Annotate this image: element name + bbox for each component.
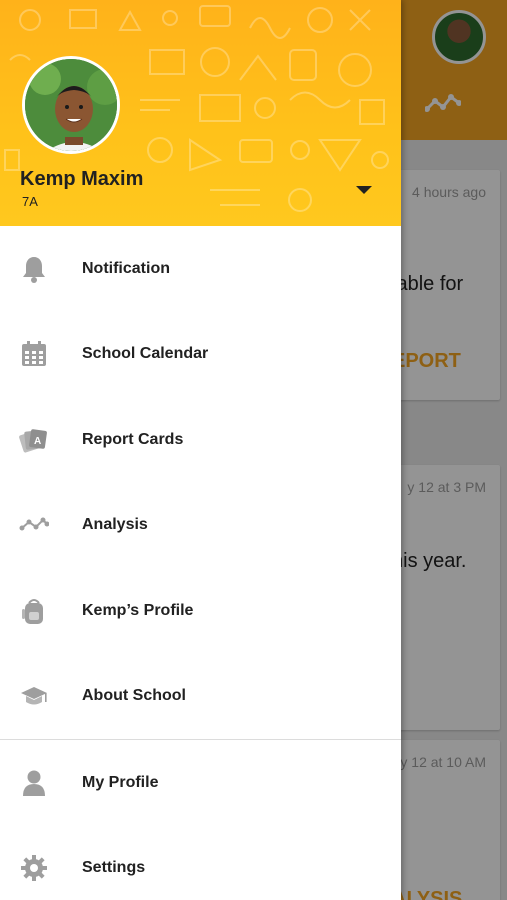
person-icon xyxy=(19,768,49,798)
caret-down-icon xyxy=(356,186,372,194)
menu-item-settings[interactable]: Settings xyxy=(0,826,401,900)
menu-label: Notification xyxy=(82,259,170,277)
navigation-drawer: Kemp Maxim 7A Notification School Calend… xyxy=(0,0,401,900)
menu-item-kemps-profile[interactable]: Kemp’s Profile xyxy=(0,568,401,654)
bell-icon xyxy=(19,254,49,284)
drawer-menu: Notification School Calendar A Report Ca… xyxy=(0,226,401,900)
gear-icon xyxy=(19,853,49,883)
menu-label: Analysis xyxy=(82,516,148,534)
menu-item-school-calendar[interactable]: School Calendar xyxy=(0,312,401,398)
account-dropdown-button[interactable] xyxy=(352,180,376,200)
backpack-icon xyxy=(19,596,49,626)
graduation-cap-icon xyxy=(19,681,49,711)
user-class: 7A xyxy=(22,194,38,209)
drawer-header: Kemp Maxim 7A xyxy=(0,0,401,226)
profile-avatar[interactable] xyxy=(22,56,120,154)
menu-item-report-cards[interactable]: A Report Cards xyxy=(0,397,401,483)
menu-label: Report Cards xyxy=(82,430,184,448)
menu-item-my-profile[interactable]: My Profile xyxy=(0,740,401,826)
calendar-icon xyxy=(19,339,49,369)
menu-label: Kemp’s Profile xyxy=(82,601,194,619)
menu-label: My Profile xyxy=(82,773,159,791)
menu-item-notification[interactable]: Notification xyxy=(0,226,401,312)
menu-item-analysis[interactable]: Analysis xyxy=(0,483,401,569)
menu-label: School Calendar xyxy=(82,345,209,363)
menu-label: About School xyxy=(82,687,186,705)
report-cards-icon: A xyxy=(19,425,49,455)
analysis-icon xyxy=(19,510,49,540)
menu-label: Settings xyxy=(82,859,146,877)
svg-text:A: A xyxy=(34,436,41,447)
menu-item-about-school[interactable]: About School xyxy=(0,654,401,740)
user-name: Kemp Maxim xyxy=(20,168,144,190)
